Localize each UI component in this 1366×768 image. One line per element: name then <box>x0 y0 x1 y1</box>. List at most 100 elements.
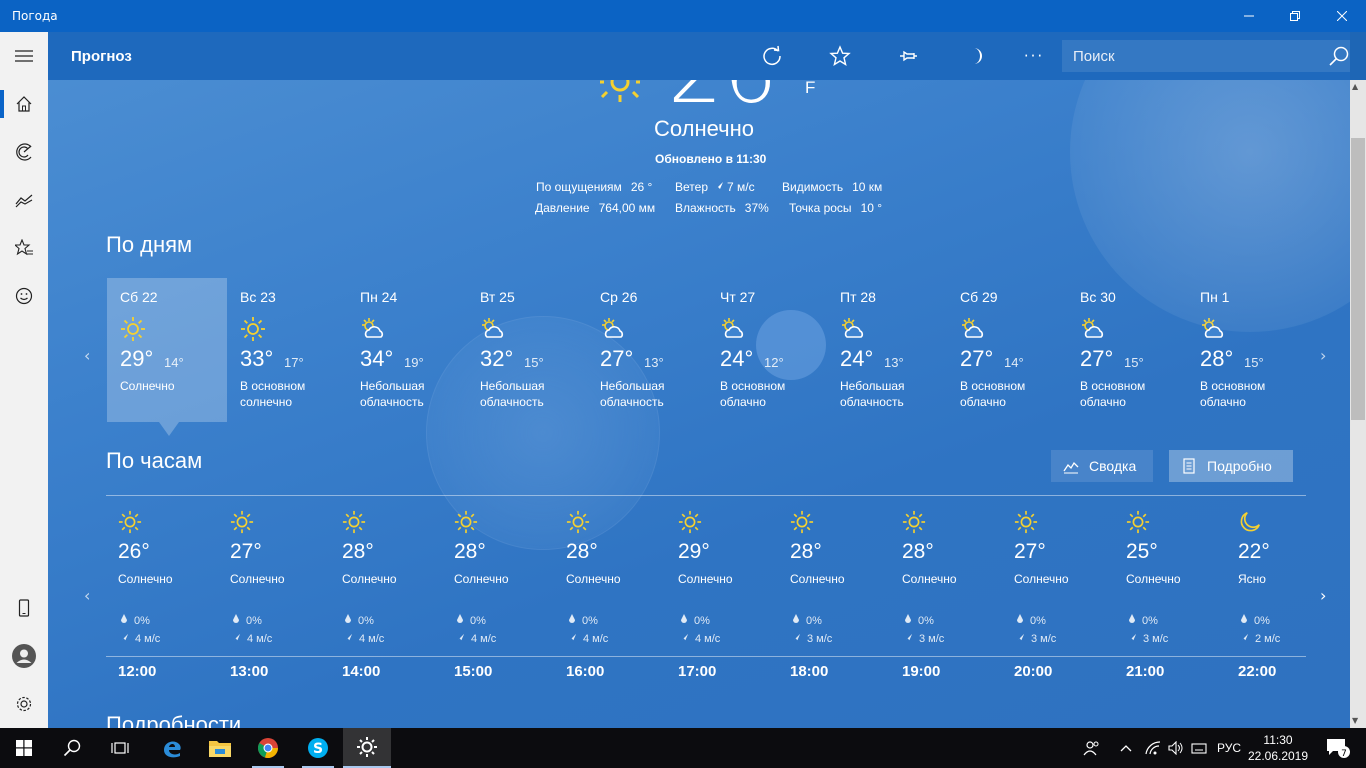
day-forecast-item[interactable]: Ср 26 27° 13° Небольшая облачность <box>587 278 707 422</box>
scroll-thumb[interactable] <box>1351 138 1365 420</box>
day-forecast-item[interactable]: Вс 30 27° 15° В основном облачно <box>1067 278 1187 422</box>
taskbar-chrome[interactable] <box>244 728 292 768</box>
action-center-button[interactable]: 7 <box>1318 728 1358 768</box>
day-high-temp: 24° <box>720 346 754 371</box>
wind-direction-icon <box>232 633 241 642</box>
daily-prev-button[interactable]: ‹ <box>84 346 90 365</box>
day-high-temp: 27° <box>960 346 994 371</box>
day-forecast-item[interactable]: Сб 29 27° 14° В основном облачно <box>947 278 1067 422</box>
hour-temp: 25° <box>1126 540 1158 563</box>
partly-cloudy-icon <box>842 318 864 338</box>
input-method-button[interactable] <box>1188 728 1210 768</box>
nav-historical[interactable] <box>0 176 48 224</box>
nav-device[interactable] <box>0 584 48 632</box>
sun-icon <box>678 510 702 534</box>
details-toggle-button[interactable]: Подробно <box>1169 450 1293 482</box>
show-hidden-icons-button[interactable] <box>1116 728 1136 768</box>
taskbar-weather[interactable] <box>343 728 391 768</box>
hour-precip: 0% <box>568 614 598 627</box>
favorites-icon <box>15 239 33 256</box>
day-high-temp: 33° <box>240 346 274 371</box>
close-icon <box>1337 11 1347 21</box>
day-forecast-item[interactable]: Вт 25 32° 15° Небольшая облачность <box>467 278 587 422</box>
details-section-title: Подробности <box>106 712 242 728</box>
raindrop-icon <box>1129 614 1135 623</box>
more-icon: ··· <box>1023 47 1045 65</box>
hour-condition: Солнечно <box>902 572 957 586</box>
partly-cloudy-icon <box>602 318 624 338</box>
hamburger-menu-button[interactable] <box>0 32 48 80</box>
wind-direction-icon <box>1128 633 1137 642</box>
sun-icon <box>342 510 366 534</box>
updated-time: Обновлено в 11:30 <box>655 152 767 166</box>
nav-maps[interactable] <box>0 128 48 176</box>
day-forecast-item[interactable]: Чт 27 24° 12° В основном облачно <box>707 278 827 422</box>
nav-forecast[interactable] <box>0 80 48 128</box>
list-icon <box>1183 458 1195 474</box>
day-forecast-item[interactable]: Вс 23 33° 17° В основном солнечно <box>227 278 347 422</box>
hour-wind: 3 м/с <box>1016 633 1056 645</box>
raindrop-icon <box>1241 614 1247 623</box>
day-low-temp: 17° <box>284 355 304 370</box>
nav-account[interactable] <box>0 632 48 680</box>
task-view-button[interactable] <box>96 728 144 768</box>
day-condition: Небольшая облачность <box>600 379 665 409</box>
refresh-button[interactable] <box>760 44 784 68</box>
scroll-down-button[interactable]: ▼ <box>1352 716 1358 725</box>
hourly-prev-button[interactable]: ‹ <box>84 586 90 605</box>
network-button[interactable] <box>1142 728 1164 768</box>
taskbar-clock[interactable]: 11:30 22.06.2019 <box>1246 732 1310 764</box>
hour-precip: 0% <box>680 614 710 627</box>
search-icon <box>63 739 81 757</box>
wind-direction-icon <box>792 633 801 642</box>
day-name: Сб 22 <box>120 289 158 305</box>
day-low-temp: 14° <box>164 355 184 370</box>
wind-direction-icon <box>904 633 913 642</box>
start-button[interactable] <box>0 728 48 768</box>
summary-toggle-button[interactable]: Сводка <box>1051 450 1153 482</box>
app-bar: Прогноз ··· <box>48 32 1350 80</box>
taskbar-search-button[interactable] <box>48 728 96 768</box>
star-icon <box>829 45 851 66</box>
hour-forecast-item: 27° Солнечно 0% 3 м/с 20:00 <box>1002 508 1114 688</box>
search-icon[interactable] <box>1328 45 1350 67</box>
nav-settings[interactable] <box>0 680 48 728</box>
day-forecast-item[interactable]: Пн 24 34° 19° Небольшая облачность <box>347 278 467 422</box>
minimize-button[interactable] <box>1226 0 1272 32</box>
search-input[interactable] <box>1062 47 1312 65</box>
favorite-button[interactable] <box>828 44 852 68</box>
close-button[interactable] <box>1318 0 1366 32</box>
current-condition: Солнечно <box>654 116 754 141</box>
hour-condition: Солнечно <box>1126 572 1181 586</box>
taskbar-edge[interactable] <box>148 728 196 768</box>
hourly-section-title: По часам <box>106 448 203 473</box>
scroll-up-button[interactable]: ▲ <box>1352 82 1358 91</box>
hour-temp: 28° <box>454 540 486 563</box>
wind-direction-icon <box>680 633 689 642</box>
dark-mode-button[interactable] <box>964 44 988 68</box>
more-button[interactable]: ··· <box>1022 44 1046 68</box>
hour-time: 12:00 <box>118 663 157 680</box>
pin-button[interactable] <box>896 44 920 68</box>
daily-section-title: По дням <box>106 232 193 257</box>
hour-temp: 29° <box>678 540 710 563</box>
volume-button[interactable] <box>1166 728 1186 768</box>
wind-direction-icon <box>344 633 353 642</box>
nav-favorites[interactable] <box>0 224 48 272</box>
minimize-icon <box>1244 15 1254 17</box>
language-indicator[interactable]: РУС <box>1214 728 1244 768</box>
day-forecast-item[interactable]: Пт 28 24° 13° Небольшая облачность <box>827 278 947 422</box>
temperature-unit-toggle[interactable]: F <box>805 78 815 98</box>
sun-icon <box>1014 510 1038 534</box>
day-forecast-item[interactable]: Пн 1 28° 15° В основном облачно <box>1187 278 1307 422</box>
people-button[interactable] <box>1080 728 1104 768</box>
hour-time: 13:00 <box>230 663 269 680</box>
hour-precip: 0% <box>792 614 822 627</box>
daily-next-button[interactable]: › <box>1320 346 1326 365</box>
nav-life[interactable] <box>0 272 48 320</box>
taskbar-skype[interactable]: S <box>294 728 342 768</box>
hour-precip: 0% <box>904 614 934 627</box>
taskbar-explorer[interactable] <box>196 728 244 768</box>
restore-button[interactable] <box>1272 0 1318 32</box>
day-forecast-item[interactable]: Сб 22 29° 14° Солнечно <box>107 278 227 436</box>
